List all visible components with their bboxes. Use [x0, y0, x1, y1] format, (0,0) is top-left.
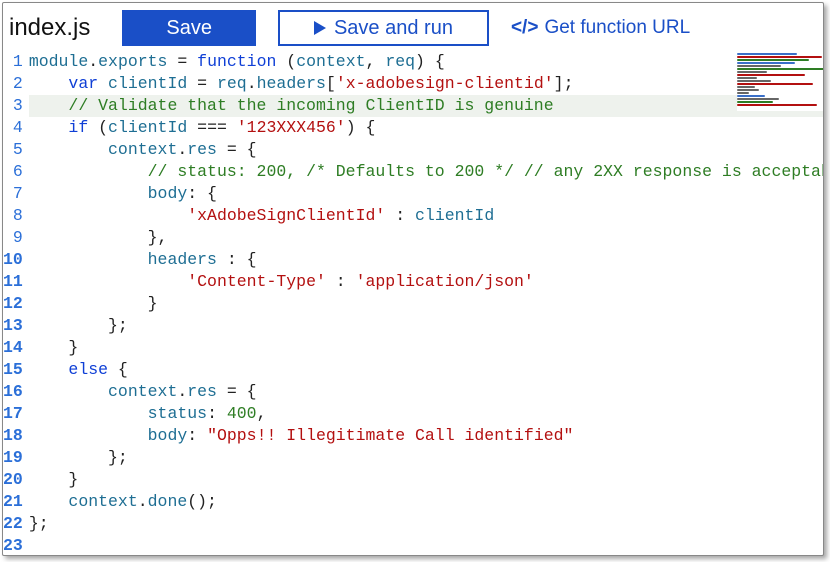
line-number: 1: [3, 51, 23, 73]
code-line[interactable]: 'Content-Type' : 'application/json': [29, 271, 823, 293]
code-line[interactable]: headers : {: [29, 249, 823, 271]
line-number: 17: [3, 403, 23, 425]
line-number: 13: [3, 315, 23, 337]
code-area[interactable]: module.exports = function (context, req)…: [29, 51, 823, 555]
line-number-gutter: 1234567891011121314151617181920212223: [3, 51, 29, 555]
line-number: 15: [3, 359, 23, 381]
code-line[interactable]: }: [29, 293, 823, 315]
line-number: 5: [3, 139, 23, 161]
line-number: 21: [3, 491, 23, 513]
code-line[interactable]: // Validate that the incoming ClientID i…: [29, 95, 823, 117]
code-line[interactable]: };: [29, 513, 823, 535]
line-number: 6: [3, 161, 23, 183]
line-number: 19: [3, 447, 23, 469]
code-line[interactable]: };: [29, 447, 823, 469]
line-number: 3: [3, 95, 23, 117]
line-number: 20: [3, 469, 23, 491]
get-function-url-link[interactable]: </> Get function URL: [511, 17, 690, 39]
line-number: 14: [3, 337, 23, 359]
get-url-label: Get function URL: [544, 17, 690, 39]
code-line[interactable]: },: [29, 227, 823, 249]
line-number: 22: [3, 513, 23, 535]
line-number: 23: [3, 535, 23, 555]
code-line[interactable]: else {: [29, 359, 823, 381]
code-line[interactable]: context.done();: [29, 491, 823, 513]
code-line[interactable]: 'xAdobeSignClientId' : clientId: [29, 205, 823, 227]
code-line[interactable]: var clientId = req.headers['x-adobesign-…: [29, 73, 823, 95]
save-button[interactable]: Save: [122, 10, 256, 46]
save-run-label: Save and run: [334, 17, 453, 40]
line-number: 7: [3, 183, 23, 205]
code-line[interactable]: [29, 535, 823, 555]
line-number: 9: [3, 227, 23, 249]
line-number: 12: [3, 293, 23, 315]
save-and-run-button[interactable]: Save and run: [278, 10, 489, 46]
line-number: 11: [3, 271, 23, 293]
filename-label: index.js: [9, 14, 100, 42]
code-line[interactable]: // status: 200, /* Defaults to 200 */ //…: [29, 161, 823, 183]
code-line[interactable]: if (clientId === '123XXX456') {: [29, 117, 823, 139]
code-line[interactable]: context.res = {: [29, 381, 823, 403]
code-line[interactable]: };: [29, 315, 823, 337]
line-number: 2: [3, 73, 23, 95]
play-icon: [314, 21, 326, 35]
code-line[interactable]: }: [29, 337, 823, 359]
line-number: 10: [3, 249, 23, 271]
code-icon: </>: [511, 17, 538, 39]
code-line[interactable]: body: "Opps!! Illegitimate Call identifi…: [29, 425, 823, 447]
code-editor[interactable]: 1234567891011121314151617181920212223 mo…: [3, 51, 823, 555]
code-line[interactable]: module.exports = function (context, req)…: [29, 51, 823, 73]
code-line[interactable]: body: {: [29, 183, 823, 205]
toolbar: index.js Save Save and run </> Get funct…: [3, 3, 823, 51]
line-number: 18: [3, 425, 23, 447]
editor-window: index.js Save Save and run </> Get funct…: [2, 2, 824, 556]
code-line[interactable]: status: 400,: [29, 403, 823, 425]
line-number: 4: [3, 117, 23, 139]
line-number: 16: [3, 381, 23, 403]
code-line[interactable]: context.res = {: [29, 139, 823, 161]
code-line[interactable]: }: [29, 469, 823, 491]
line-number: 8: [3, 205, 23, 227]
